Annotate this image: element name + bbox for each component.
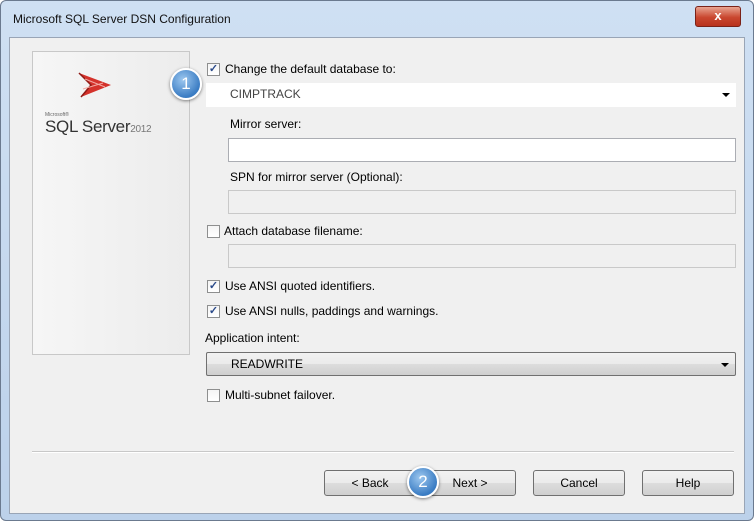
logo-product-name: SQL Server2012	[45, 117, 152, 137]
attach-db-checkbox[interactable]	[207, 225, 220, 238]
cancel-button[interactable]: Cancel	[533, 470, 625, 496]
dialog-window: Microsoft SQL Server DSN Configuration x…	[0, 0, 754, 521]
close-icon: x	[714, 8, 722, 23]
mirror-server-input[interactable]	[228, 138, 736, 162]
logo-product: SQL Server	[45, 117, 131, 136]
back-button[interactable]: < Back	[324, 470, 416, 496]
app-intent-label: Application intent:	[205, 331, 300, 345]
change-default-db-label: Change the default database to:	[225, 62, 396, 76]
app-intent-select[interactable]: READWRITE	[206, 352, 736, 376]
change-default-db-checkbox[interactable]: ✓	[207, 63, 220, 76]
callout-badge-2: 2	[407, 466, 439, 498]
close-button[interactable]: x	[695, 6, 741, 27]
ansi-quoted-checkbox[interactable]: ✓	[207, 280, 220, 293]
app-intent-value: READWRITE	[231, 357, 303, 371]
title-bar[interactable]: Microsoft SQL Server DSN Configuration x	[1, 1, 753, 37]
default-db-combo[interactable]: CIMPTRACK	[206, 83, 736, 107]
chevron-down-icon	[722, 93, 730, 97]
ansi-nulls-label: Use ANSI nulls, paddings and warnings.	[225, 304, 439, 318]
window-title: Microsoft SQL Server DSN Configuration	[13, 12, 231, 26]
spn-input[interactable]	[228, 190, 736, 214]
dialog-body: Microsoft® SQL Server2012 ✓ Change the d…	[9, 37, 745, 514]
chevron-down-icon	[721, 363, 729, 367]
attach-db-input[interactable]	[228, 244, 736, 268]
sql-server-logo-icon	[78, 72, 111, 98]
mirror-server-label: Mirror server:	[230, 117, 302, 131]
multi-subnet-checkbox[interactable]	[207, 389, 220, 402]
ansi-quoted-label: Use ANSI quoted identifiers.	[225, 279, 376, 293]
spn-label: SPN for mirror server (Optional):	[230, 170, 403, 184]
attach-db-label: Attach database filename:	[224, 224, 363, 238]
ansi-nulls-checkbox[interactable]: ✓	[207, 305, 220, 318]
logo-year: 2012	[130, 124, 152, 135]
sql-server-logo-panel: Microsoft® SQL Server2012	[32, 51, 190, 355]
multi-subnet-label: Multi-subnet failover.	[225, 388, 336, 402]
help-button[interactable]: Help	[642, 470, 734, 496]
footer-divider	[32, 451, 734, 453]
callout-badge-1: 1	[170, 68, 202, 100]
default-db-value: CIMPTRACK	[230, 87, 301, 101]
